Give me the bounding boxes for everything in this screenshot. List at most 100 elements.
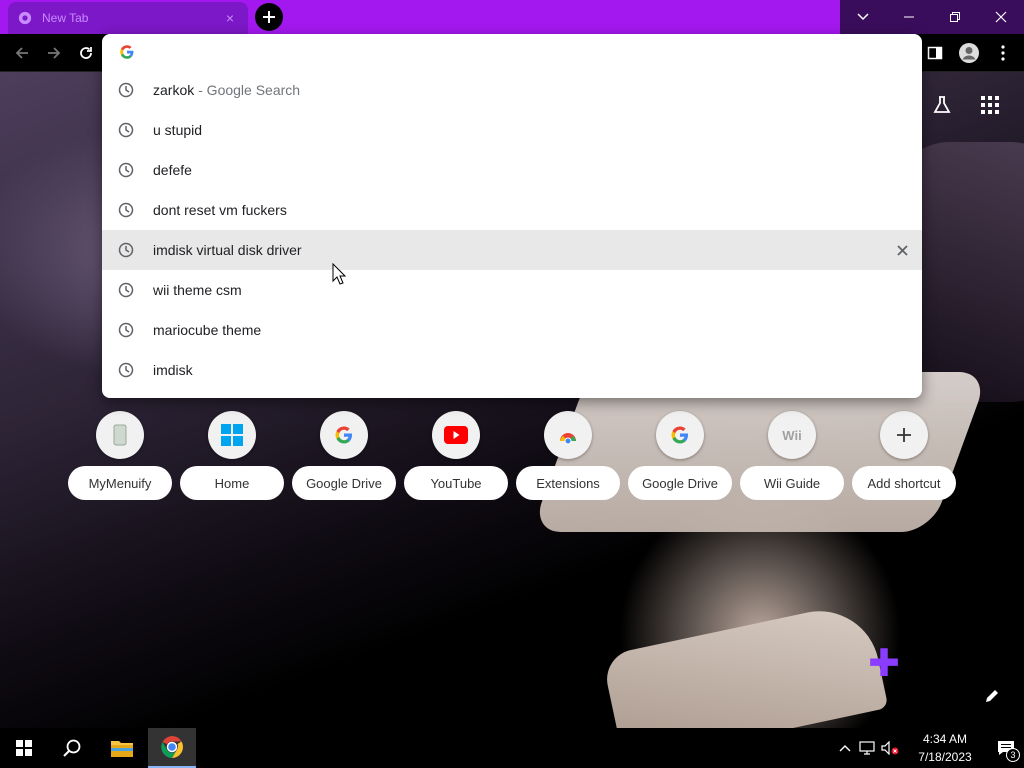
address-bar[interactable]: [102, 34, 922, 70]
suggestion-query: dont reset vm fuckers: [153, 202, 287, 218]
wii-icon-text: Wii: [782, 427, 802, 443]
omnibox-suggestion[interactable]: imdisk virtual disk driver: [102, 230, 922, 270]
shortcut-google-drive-2[interactable]: Google Drive: [628, 411, 732, 500]
system-tray: 4:34 AM 7/18/2023 3: [834, 728, 1024, 768]
omnibox-suggestion[interactable]: wii theme csm: [102, 270, 922, 310]
minimize-button[interactable]: [886, 0, 932, 34]
history-clock-icon: [118, 122, 134, 138]
side-panel-button[interactable]: [922, 38, 948, 68]
suggestion-query: imdisk virtual disk driver: [153, 242, 302, 258]
add-shortcut-button[interactable]: Add shortcut: [852, 411, 956, 500]
action-center-button[interactable]: 3: [988, 728, 1024, 768]
arrow-left-icon: [15, 47, 28, 59]
omnibox-suggestion[interactable]: mariocube theme: [102, 310, 922, 350]
shortcut-label: Extensions: [516, 466, 620, 500]
mymenuify-icon: [96, 411, 144, 459]
shortcut-label: Google Drive: [292, 466, 396, 500]
tab-new-tab[interactable]: New Tab ×: [8, 2, 248, 34]
remove-suggestion-button[interactable]: [894, 242, 910, 258]
forward-button[interactable]: [41, 40, 67, 66]
close-window-button[interactable]: [978, 0, 1024, 34]
labs-button[interactable]: [926, 89, 958, 121]
shortcut-youtube[interactable]: YouTube: [404, 411, 508, 500]
customize-button[interactable]: [982, 686, 1002, 706]
suggestion-query: mariocube theme: [153, 322, 262, 338]
shortcut-home[interactable]: Home: [180, 411, 284, 500]
search-button[interactable]: [48, 728, 96, 768]
side-panel-icon: [927, 46, 943, 60]
omnibox-input[interactable]: [148, 40, 888, 64]
omnibox-suggestion[interactable]: defefe: [102, 150, 922, 190]
pencil-icon: [986, 690, 998, 702]
shortcut-mymenuify[interactable]: MyMenuify: [68, 411, 172, 500]
profile-button[interactable]: [956, 38, 982, 68]
taskbar-clock[interactable]: 4:34 AM 7/18/2023: [902, 728, 988, 768]
new-tab-button[interactable]: [255, 3, 283, 31]
history-clock-icon: [118, 202, 134, 218]
shortcut-label: YouTube: [404, 466, 508, 500]
history-clock-icon: [118, 162, 134, 178]
shortcut-label: Home: [180, 466, 284, 500]
suggestion-description: - Google Search: [194, 82, 301, 98]
menu-button[interactable]: [990, 38, 1016, 68]
restore-button[interactable]: [932, 0, 978, 34]
chevron-up-icon: [839, 745, 851, 752]
restore-icon: [950, 12, 960, 22]
chevron-down-icon: [857, 13, 869, 21]
tab-title: New Tab: [42, 11, 89, 25]
shortcut-label: MyMenuify: [68, 466, 172, 500]
start-button[interactable]: [0, 728, 48, 768]
tab-search-button[interactable]: [840, 0, 886, 34]
flask-icon: [933, 96, 951, 113]
omnibox-dropdown: zarkok - Google Search u stupid defefe dont…: [102, 34, 922, 398]
shortcut-label: Wii Guide: [740, 466, 844, 500]
sparkle-icon: ✚: [868, 643, 900, 685]
file-explorer-button[interactable]: [98, 728, 146, 768]
plus-icon: [263, 11, 275, 23]
omnibox-suggestion[interactable]: dont reset vm fuckers: [102, 190, 922, 230]
shortcut-extensions[interactable]: Extensions: [516, 411, 620, 500]
reload-button[interactable]: [73, 40, 99, 66]
reload-icon: [80, 47, 92, 59]
volume-tray-button[interactable]: [878, 728, 902, 768]
arrow-right-icon: [48, 47, 61, 59]
network-tray-button[interactable]: [856, 728, 878, 768]
tab-strip: New Tab ×: [0, 0, 1024, 34]
google-icon: [320, 411, 368, 459]
background-art: [601, 600, 889, 728]
suggestion-query: defefe: [153, 162, 192, 178]
shortcut-google-drive[interactable]: Google Drive: [292, 411, 396, 500]
wii-icon: Wii: [768, 411, 816, 459]
windows-icon: [208, 411, 256, 459]
suggestion-text: u stupid: [153, 122, 202, 138]
history-clock-icon: [118, 242, 134, 258]
suggestion-query: zarkok: [153, 82, 195, 98]
clock-date: 7/18/2023: [918, 750, 972, 764]
history-clock-icon: [118, 322, 134, 338]
network-icon: [859, 741, 875, 755]
minimize-icon: [904, 16, 914, 18]
shortcut-label: Google Drive: [628, 466, 732, 500]
history-clock-icon: [118, 82, 134, 98]
tab-close-icon[interactable]: ×: [222, 10, 238, 26]
show-hidden-icons-button[interactable]: [834, 728, 856, 768]
suggestion-text: imdisk virtual disk driver: [153, 242, 302, 258]
google-apps-button[interactable]: [974, 89, 1006, 121]
omnibox-suggestion[interactable]: zarkok - Google Search: [102, 70, 922, 110]
omnibox-suggestion[interactable]: u stupid: [102, 110, 922, 150]
chrome-taskbar-button[interactable]: [148, 728, 196, 768]
google-icon: [656, 411, 704, 459]
windows-logo-icon: [16, 740, 32, 756]
suggestion-text: zarkok - Google Search: [153, 82, 300, 98]
suggestion-text: dont reset vm fuckers: [153, 202, 287, 218]
shortcut-wii-guide[interactable]: Wii Wii Guide: [740, 411, 844, 500]
suggestion-text: imdisk: [153, 362, 193, 378]
notification-count-badge: 3: [1006, 748, 1020, 762]
omnibox-suggestion[interactable]: imdisk: [102, 350, 922, 390]
chrome-webstore-icon: [544, 411, 592, 459]
clock-time: 4:34 AM: [922, 732, 967, 746]
history-clock-icon: [118, 282, 134, 298]
back-button[interactable]: [9, 40, 35, 66]
suggestion-text: defefe: [153, 162, 192, 178]
history-clock-icon: [118, 362, 134, 378]
